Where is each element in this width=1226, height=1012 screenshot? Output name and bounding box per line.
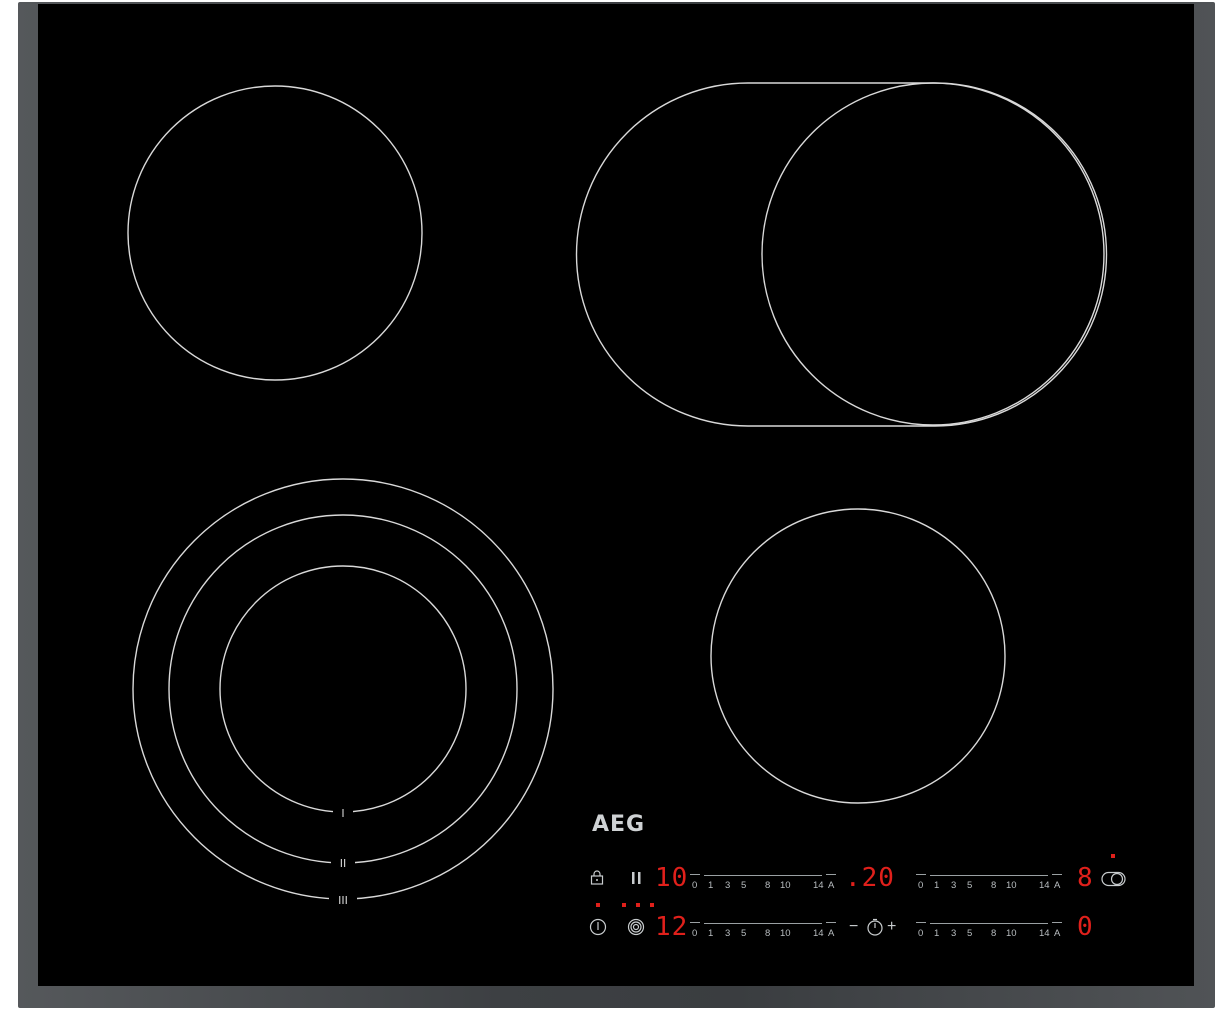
ring-label-2: II — [340, 857, 347, 870]
timer-plus-button[interactable]: + — [887, 919, 896, 935]
front-left-ring-outer — [132, 478, 554, 900]
lock-icon[interactable] — [590, 870, 604, 891]
slider-scale: 0 1 3 5 8 10 14 A — [692, 928, 835, 939]
rear-left-zone — [127, 85, 423, 381]
ring-select-icon[interactable] — [627, 918, 645, 941]
rear-right-zone-inner — [761, 82, 1105, 426]
front-right-zone — [710, 508, 1006, 804]
cooking-zones: I II III — [127, 82, 1108, 907]
pause-icon[interactable] — [631, 871, 643, 890]
rear-right-slider[interactable]: 0 1 3 5 8 10 14 A — [916, 870, 1062, 898]
indicator-dot — [622, 903, 626, 907]
indicator-dot — [1111, 854, 1115, 858]
front-left-display: 12 — [655, 912, 689, 942]
ring-label-1: I — [341, 807, 344, 820]
rear-left-slider[interactable]: 0 1 3 5 8 10 14 A — [690, 870, 836, 898]
slider-scale: 0 1 3 5 8 10 14 A — [692, 880, 835, 891]
front-right-slider[interactable]: 0 1 3 5 8 10 14 A — [916, 918, 1062, 946]
power-icon[interactable] — [589, 918, 607, 941]
rear-right-display: 8 — [1077, 863, 1094, 893]
timer-display: .20 — [845, 863, 895, 893]
brand-logo: AEG — [592, 812, 646, 837]
indicator-dot — [650, 903, 654, 907]
oval-zone-icon[interactable] — [1101, 871, 1127, 892]
indicator-dot — [596, 903, 600, 907]
indicator-dot — [636, 903, 640, 907]
front-left-slider[interactable]: 0 1 3 5 8 10 14 A — [690, 918, 836, 946]
rear-left-display: 10 — [655, 863, 689, 893]
timer-icon[interactable] — [866, 918, 884, 941]
front-left-ring-inner — [219, 565, 467, 813]
front-right-display: 0 — [1077, 912, 1094, 942]
timer-minus-button[interactable]: − — [849, 919, 858, 935]
rear-right-zone-outer — [575, 82, 1108, 427]
slider-scale: 0 1 3 5 8 10 14 A — [918, 928, 1061, 939]
ring-label-3: III — [338, 894, 348, 907]
slider-scale: 0 1 3 5 8 10 14 A — [918, 880, 1061, 891]
